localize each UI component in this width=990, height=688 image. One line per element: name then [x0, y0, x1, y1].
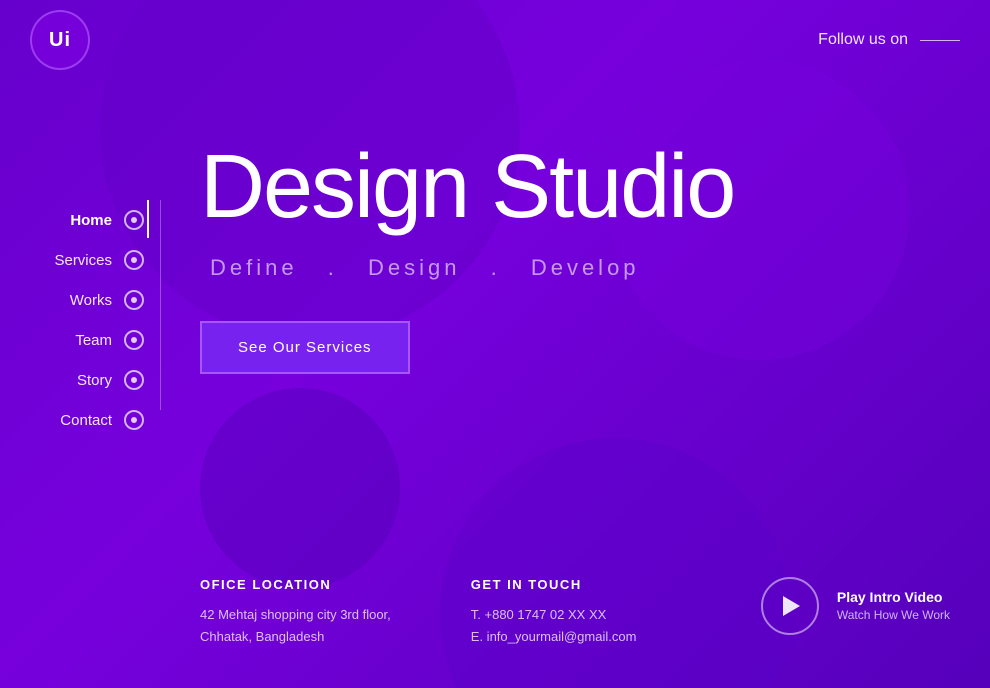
- contact-heading: GET IN TOUCH: [471, 577, 637, 592]
- logo-text: Ui: [49, 29, 71, 52]
- subtitle-dot1: .: [328, 255, 338, 280]
- play-subtitle: Watch How We Work: [837, 608, 950, 622]
- subtitle-dot2: .: [491, 255, 501, 280]
- nav-icon-team: [124, 330, 144, 350]
- office-line2: Chhatak, Bangladesh: [200, 629, 324, 644]
- nav-icon-services: [124, 250, 144, 270]
- play-button[interactable]: [761, 577, 819, 635]
- follow-us-section: Follow us on: [818, 31, 960, 49]
- bg-blob-4: [440, 438, 790, 688]
- hero-subtitle: Define . Design . Develop: [200, 255, 950, 281]
- office-line1: 42 Mehtaj shopping city 3rd floor,: [200, 607, 391, 622]
- sidebar-divider: [160, 200, 161, 410]
- logo[interactable]: Ui: [30, 10, 90, 70]
- nav-icon-inner-story: [131, 377, 137, 383]
- nav-icon-story: [124, 370, 144, 390]
- nav-icon-inner-works: [131, 297, 137, 303]
- nav-icon-inner-services: [131, 257, 137, 263]
- nav-icon-inner-contact: [131, 417, 137, 423]
- nav-icon-works: [124, 290, 144, 310]
- office-location-section: OFICE LOCATION 42 Mehtaj shopping city 3…: [200, 577, 391, 648]
- nav-label-story: Story: [77, 372, 112, 389]
- contact-email: E. info_yourmail@gmail.com: [471, 629, 637, 644]
- sidebar-item-home[interactable]: Home: [0, 200, 160, 240]
- footer-info: OFICE LOCATION 42 Mehtaj shopping city 3…: [200, 577, 950, 648]
- follow-line: [920, 40, 960, 41]
- play-text: Play Intro Video Watch How We Work: [837, 589, 950, 622]
- nav-label-home: Home: [70, 212, 112, 229]
- subtitle-part2: Design: [368, 255, 460, 280]
- nav-icon-home: [124, 210, 144, 230]
- play-title: Play Intro Video: [837, 589, 950, 605]
- contact-phone: T. +880 1747 02 XX XX: [471, 607, 607, 622]
- main-content: Design Studio Define . Design . Develop …: [200, 140, 950, 374]
- nav-label-team: Team: [75, 332, 112, 349]
- nav-icon-contact: [124, 410, 144, 430]
- bg-blob-3: [200, 388, 400, 588]
- play-video-section: Play Intro Video Watch How We Work: [761, 577, 950, 635]
- sidebar-item-team[interactable]: Team: [0, 320, 160, 360]
- cta-button[interactable]: See Our Services: [200, 321, 410, 374]
- follow-us-label: Follow us on: [818, 31, 908, 49]
- sidebar-item-works[interactable]: Works: [0, 280, 160, 320]
- hero-title: Design Studio: [200, 140, 950, 235]
- office-address: 42 Mehtaj shopping city 3rd floor, Chhat…: [200, 604, 391, 648]
- sidebar-item-story[interactable]: Story: [0, 360, 160, 400]
- get-in-touch-section: GET IN TOUCH T. +880 1747 02 XX XX E. in…: [471, 577, 637, 648]
- nav-label-works: Works: [70, 292, 112, 309]
- nav-label-contact: Contact: [60, 412, 112, 429]
- nav-icon-inner-home: [131, 217, 137, 223]
- sidebar-item-contact[interactable]: Contact: [0, 400, 160, 440]
- active-indicator: [147, 200, 149, 238]
- sidebar-item-services[interactable]: Services: [0, 240, 160, 280]
- subtitle-part3: Develop: [531, 255, 640, 280]
- subtitle-part1: Define: [210, 255, 298, 280]
- nav-label-services: Services: [54, 252, 112, 269]
- play-icon: [783, 596, 800, 616]
- office-heading: OFICE LOCATION: [200, 577, 391, 592]
- header: Ui Follow us on: [0, 0, 990, 80]
- nav-icon-inner-team: [131, 337, 137, 343]
- sidebar-nav: Home Services Works Team Story Contact: [0, 200, 160, 440]
- contact-details: T. +880 1747 02 XX XX E. info_yourmail@g…: [471, 604, 637, 648]
